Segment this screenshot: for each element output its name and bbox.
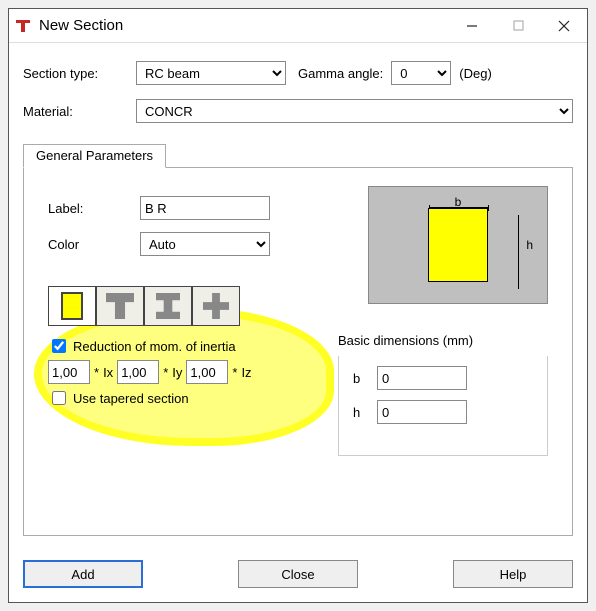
help-button[interactable]: Help [453, 560, 573, 588]
close-button[interactable] [541, 9, 587, 42]
iy-star: * [163, 365, 168, 380]
dialog-content: Section type: RC beam Gamma angle: 0 (De… [9, 43, 587, 546]
iz-factor-input[interactable] [186, 360, 228, 384]
shape-tee-button[interactable] [96, 286, 144, 326]
iz-star: * [232, 365, 237, 380]
app-icon [15, 18, 31, 34]
shape-cross-button[interactable] [192, 286, 240, 326]
tapered-section-row: Use tapered section [48, 388, 552, 408]
tapered-section-checkbox[interactable] [52, 391, 66, 405]
tapered-section-label: Use tapered section [73, 391, 189, 406]
close-dialog-button[interactable]: Close [238, 560, 358, 588]
window-title: New Section [39, 17, 449, 34]
tee-icon [106, 293, 134, 319]
section-type-select[interactable]: RC beam [136, 61, 286, 85]
add-button[interactable]: Add [23, 560, 143, 588]
shape-rectangle-button[interactable] [48, 286, 96, 326]
reduction-inertia-row: Reduction of mom. of inertia [48, 336, 552, 356]
color-select[interactable]: Auto [140, 232, 270, 256]
reduction-inertia-label: Reduction of mom. of inertia [73, 339, 236, 354]
iz-symbol: Iz [241, 365, 251, 380]
material-select[interactable]: CONCR [136, 99, 573, 123]
tab-general-parameters[interactable]: General Parameters [23, 144, 166, 168]
maximize-button[interactable] [495, 9, 541, 42]
iy-symbol: Iy [172, 365, 182, 380]
preview-h-label: h [526, 238, 533, 252]
gamma-angle-label: Gamma angle: [298, 66, 383, 81]
shape-ibeam-button[interactable] [144, 286, 192, 326]
tab-frame: General Parameters Label: Color Auto b h [23, 167, 573, 536]
material-label: Material: [23, 104, 128, 119]
color-label: Color [48, 237, 128, 252]
titlebar: New Section [9, 9, 587, 43]
cross-icon [203, 293, 229, 319]
section-type-label: Section type: [23, 66, 128, 81]
window-controls [449, 9, 587, 42]
minimize-button[interactable] [449, 9, 495, 42]
gamma-unit-label: (Deg) [459, 66, 492, 81]
shape-button-group [48, 286, 552, 326]
ix-symbol: Ix [103, 365, 113, 380]
ix-star: * [94, 365, 99, 380]
label-input[interactable] [140, 196, 270, 220]
gamma-angle-select[interactable]: 0 [391, 61, 451, 85]
ix-factor-input[interactable] [48, 360, 90, 384]
preview-h-dimension-line [518, 215, 519, 289]
preview-shape [428, 208, 488, 282]
dialog-new-section: New Section Section type: RC beam Gamma … [8, 8, 588, 603]
label-field-label: Label: [48, 201, 128, 216]
rectangle-icon [61, 292, 83, 320]
reduction-inertia-checkbox[interactable] [52, 339, 66, 353]
ibeam-icon [156, 293, 180, 319]
dialog-buttons: Add Close Help [9, 546, 587, 602]
iy-factor-input[interactable] [117, 360, 159, 384]
